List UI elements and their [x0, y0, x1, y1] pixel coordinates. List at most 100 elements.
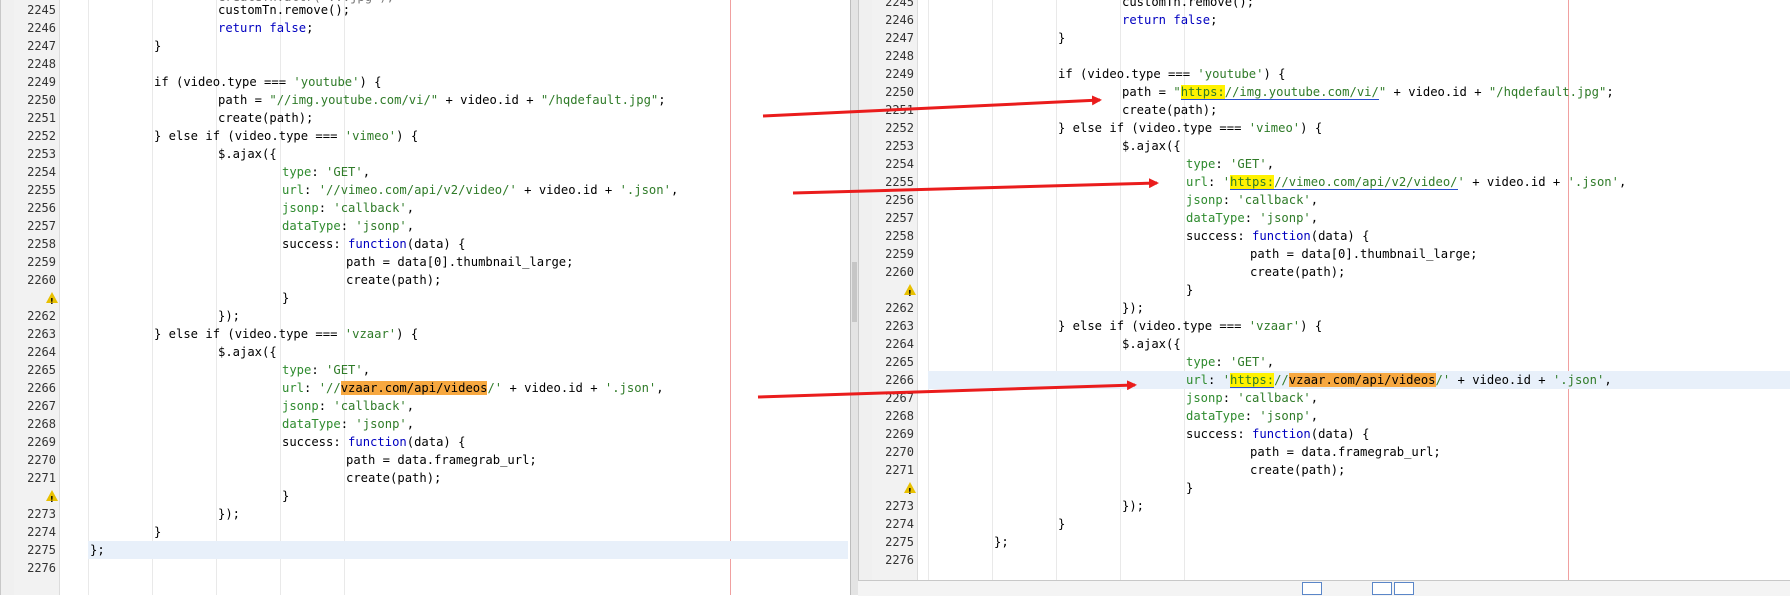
code-token: } else if (video.type ===: [154, 129, 345, 143]
code-line[interactable]: 2249 if (video.type === 'youtube') {: [0, 73, 850, 91]
code-line[interactable]: 2263} else if (video.type === 'vzaar') {: [0, 325, 850, 343]
right-horizontal-scrollbar[interactable]: [858, 580, 1790, 596]
code-token: path =: [1122, 85, 1174, 99]
line-number: 2274: [27, 525, 56, 539]
code-line[interactable]: 2274}: [858, 515, 1790, 533]
code-line[interactable]: 2264 $.ajax({: [0, 343, 850, 361]
code-line[interactable]: 2251 create(path);: [858, 101, 1790, 119]
code-line[interactable]: 2258 success: function(data) {: [858, 227, 1790, 245]
code-line[interactable]: 2270 path = data.framegrab_url;: [0, 451, 850, 469]
code-line[interactable]: 2274}: [0, 523, 850, 541]
code-line[interactable]: 2255 url: '//vimeo.com/api/v2/video/' + v…: [0, 181, 850, 199]
code-token: url: [282, 381, 305, 395]
code-line[interactable]: 2266 url: 'https://vzaar.com/api/videos/'…: [858, 371, 1790, 389]
code-line[interactable]: 2256 jsonp: 'callback',: [858, 191, 1790, 209]
code-line[interactable]: 2256 jsonp: 'callback',: [0, 199, 850, 217]
right-editor-pane[interactable]: 2245 customTn.remove(); 2246 return false; 2…: [858, 0, 1790, 595]
code-token: :: [1244, 211, 1260, 225]
code-line[interactable]: 2271 create(path);: [858, 461, 1790, 479]
code-line[interactable]: 2260 create(path);: [858, 263, 1790, 281]
code-line[interactable]: 2260 create(path);: [0, 271, 850, 289]
line-number: 2276: [885, 553, 914, 567]
warning-icon[interactable]: [46, 490, 58, 509]
code-line[interactable]: 2250 path = "//img.youtube.com/vi/" + vid…: [0, 91, 850, 109]
code-line[interactable]: 2253 $.ajax({: [0, 145, 850, 163]
code-token: 'jsonp': [355, 417, 407, 431]
left-scrollbar-thumb[interactable]: [852, 262, 857, 322]
code-line[interactable]: 2259 path = data[0].thumbnail_large;: [858, 245, 1790, 263]
code-line[interactable]: 2247}: [0, 37, 850, 55]
code-token: "//img.youtube.com/vi/": [269, 93, 439, 107]
code-line[interactable]: 2275};: [0, 541, 850, 559]
code-token: ,: [406, 399, 415, 413]
line-number: 2251: [27, 111, 56, 125]
code-line[interactable]: 2250 path = "https://img.youtube.com/vi/ "…: [858, 83, 1790, 101]
code-line[interactable]: }: [0, 289, 850, 311]
code-line[interactable]: 2249 if (video.type === 'youtube') {: [858, 65, 1790, 83]
code-token: } else if (video.type ===: [1058, 319, 1249, 333]
code-line[interactable]: 2273});: [0, 505, 850, 523]
code-line[interactable]: 2246 return false;: [858, 11, 1790, 29]
code-text: });: [218, 307, 240, 325]
code-line[interactable]: 2247}: [858, 29, 1790, 47]
code-text: success: function(data) {: [282, 235, 465, 253]
code-line[interactable]: }: [858, 281, 1790, 303]
code-line[interactable]: 2273});: [858, 497, 1790, 515]
code-line[interactable]: 2269 success: function(data) {: [858, 425, 1790, 443]
code-token: :: [1222, 391, 1238, 405]
code-line[interactable]: 2266 url: '//vzaar.com/api/videos/' + vid…: [0, 379, 850, 397]
code-line[interactable]: 2248: [0, 55, 850, 73]
code-line[interactable]: 2262});: [858, 299, 1790, 317]
scroll-button[interactable]: [1394, 582, 1414, 595]
code-line[interactable]: 2257 dataType: 'jsonp',: [0, 217, 850, 235]
line-number: 2259: [27, 255, 56, 269]
code-line[interactable]: 2269 success: function(data) {: [0, 433, 850, 451]
code-line[interactable]: }: [858, 479, 1790, 501]
code-line[interactable]: 2264 $.ajax({: [858, 335, 1790, 353]
code-line[interactable]: 2254 type: 'GET',: [0, 163, 850, 181]
scroll-button[interactable]: [1302, 582, 1322, 595]
code-line[interactable]: 2268 dataType: 'jsonp',: [0, 415, 850, 433]
code-line[interactable]: 2265 type: 'GET',: [0, 361, 850, 379]
warning-icon[interactable]: [904, 284, 916, 303]
code-line[interactable]: 2263} else if (video.type === 'vzaar') {: [858, 317, 1790, 335]
code-line[interactable]: 2255 url: 'https://vimeo.com/api/v2/video…: [858, 173, 1790, 191]
code-line[interactable]: 2268 dataType: 'jsonp',: [858, 407, 1790, 425]
code-line[interactable]: 2258 success: function(data) {: [0, 235, 850, 253]
code-token: type: [1186, 355, 1216, 369]
code-line[interactable]: 2252} else if (video.type === 'vimeo') {: [858, 119, 1790, 137]
code-line[interactable]: }: [0, 487, 850, 509]
code-token: create(path);: [1122, 103, 1218, 117]
code-token: ;: [306, 21, 314, 35]
code-text: success: function(data) {: [1186, 227, 1369, 245]
line-number: 2265: [885, 355, 914, 369]
code-line[interactable]: 2248: [858, 47, 1790, 65]
code-line[interactable]: 2259 path = data[0].thumbnail_large;: [0, 253, 850, 271]
code-line[interactable]: 2276: [0, 559, 850, 577]
code-line[interactable]: 2267 jsonp: 'callback',: [858, 389, 1790, 407]
warning-icon[interactable]: [904, 482, 916, 501]
code-line[interactable]: 2262});: [0, 307, 850, 325]
warning-icon[interactable]: [46, 292, 58, 311]
code-line[interactable]: 2245 customTn.remove();: [858, 0, 1790, 11]
scroll-button[interactable]: [1372, 582, 1392, 595]
code-line[interactable]: 2251 create(path);: [0, 109, 850, 127]
code-line[interactable]: 2245 customTn.remove();: [0, 1, 850, 19]
code-token: } else if (video.type ===: [1058, 121, 1249, 135]
code-line[interactable]: 2276: [858, 551, 1790, 569]
code-line[interactable]: 2257 dataType: 'jsonp',: [858, 209, 1790, 227]
code-token: ,: [406, 219, 415, 233]
code-line[interactable]: 2252} else if (video.type === 'vimeo') {: [0, 127, 850, 145]
left-editor-pane[interactable]: 2245 customTn.remove(); 2246 return false; 2…: [0, 0, 850, 595]
code-text: $.ajax({: [218, 343, 277, 361]
code-line[interactable]: 2270 path = data.framegrab_url;: [858, 443, 1790, 461]
code-line[interactable]: 2265 type: 'GET',: [858, 353, 1790, 371]
code-line[interactable]: 2254 type: 'GET',: [858, 155, 1790, 173]
code-line[interactable]: 2275};: [858, 533, 1790, 551]
code-token: ,: [1604, 373, 1612, 387]
code-line[interactable]: 2246 return false;: [0, 19, 850, 37]
code-token: create(path);: [346, 471, 442, 485]
code-line[interactable]: 2271 create(path);: [0, 469, 850, 487]
code-line[interactable]: 2267 jsonp: 'callback',: [0, 397, 850, 415]
code-line[interactable]: 2253 $.ajax({: [858, 137, 1790, 155]
